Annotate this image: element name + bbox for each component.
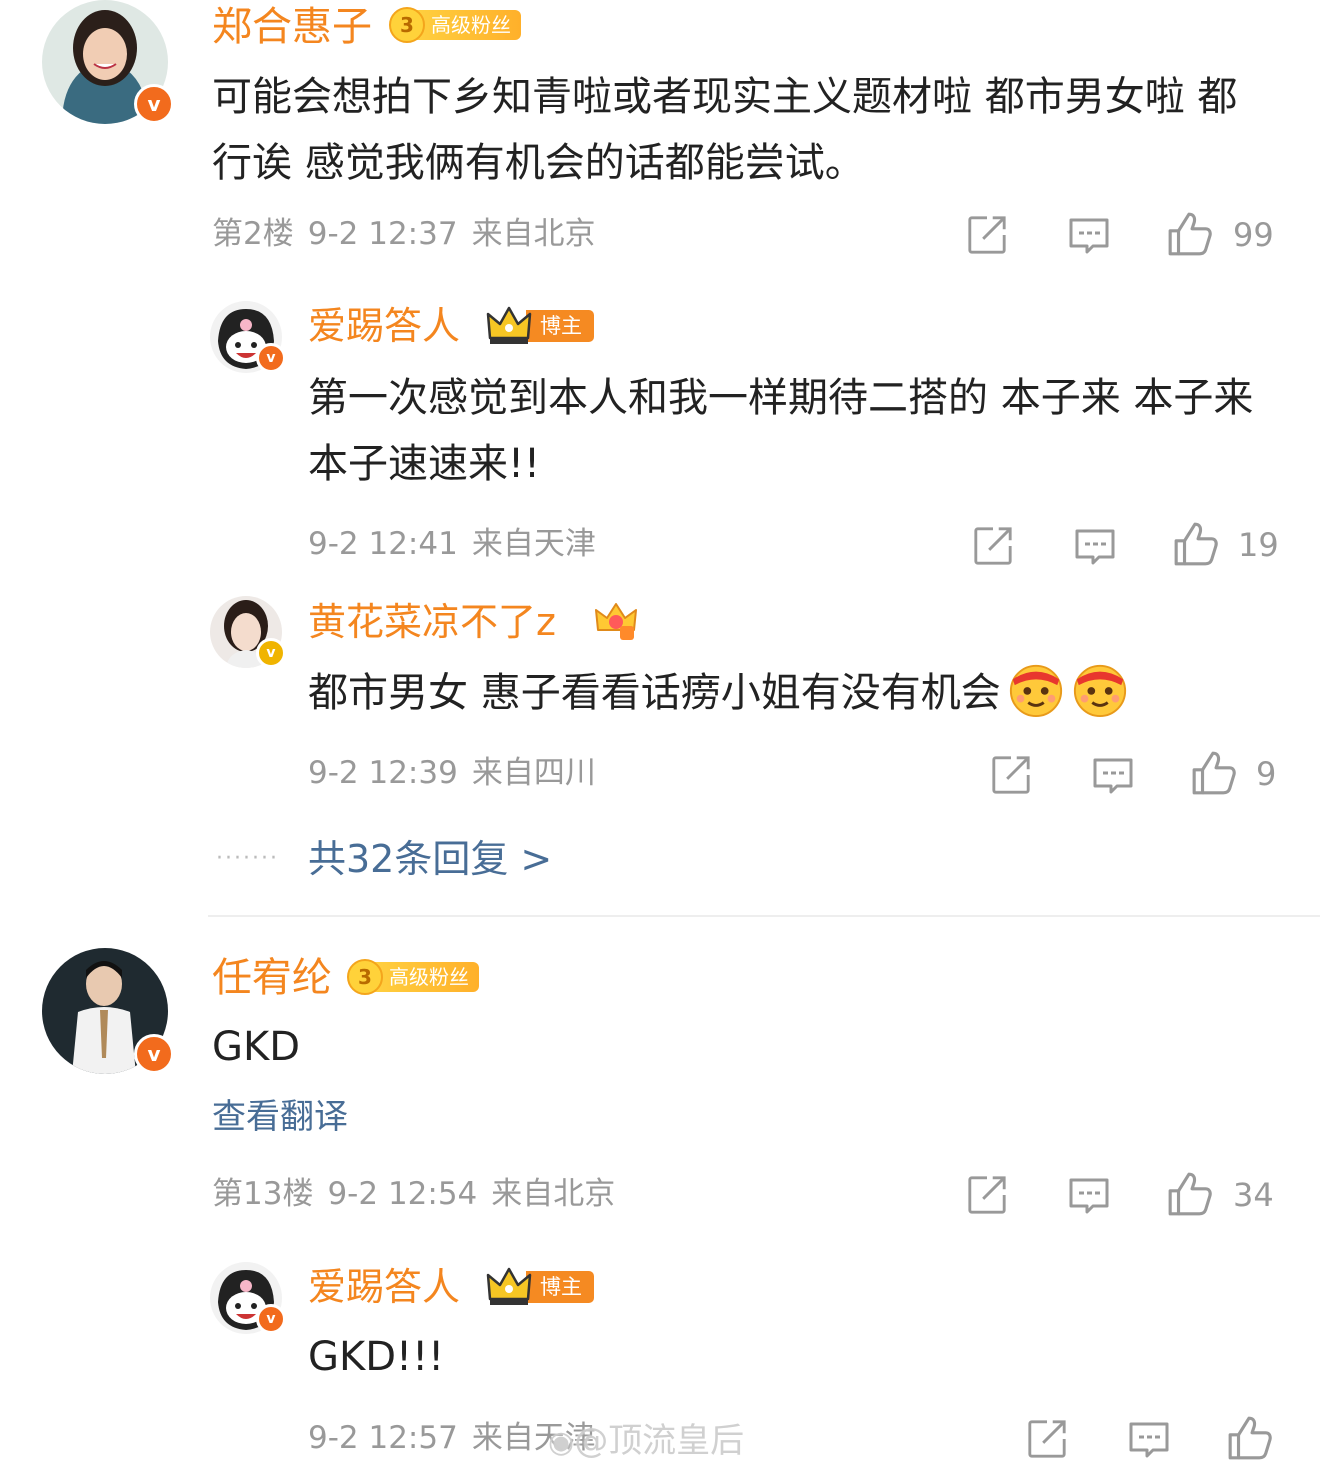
verified-v-icon: v xyxy=(256,343,286,373)
username[interactable]: 任宥纶 xyxy=(212,958,332,998)
floor-number: 第2楼 xyxy=(212,216,294,252)
username[interactable]: 郑合惠子 xyxy=(212,7,372,47)
thread-dots: ······· xyxy=(216,846,279,871)
verified-v-icon: v xyxy=(134,1034,174,1074)
reply-text: GKD!!! xyxy=(308,1334,445,1380)
avatar[interactable]: v xyxy=(42,0,174,124)
divider xyxy=(208,915,1320,917)
fan-level-number: 3 xyxy=(347,959,383,995)
comment-icon[interactable] xyxy=(1067,214,1111,258)
share-icon[interactable] xyxy=(1026,1418,1068,1460)
reply-time: 9-2 12:39 xyxy=(308,755,458,791)
reply-location: 来自四川 xyxy=(471,755,596,791)
comment-time: 9-2 12:54 xyxy=(327,1176,478,1212)
comment-icon[interactable] xyxy=(1127,1418,1171,1462)
comment-icon[interactable] xyxy=(1091,754,1135,798)
fan-level-number: 3 xyxy=(389,7,425,43)
weibo-logo-icon: ◉ xyxy=(548,1425,575,1460)
share-icon[interactable] xyxy=(990,754,1032,796)
avatar[interactable]: v xyxy=(42,948,174,1074)
fan-level-badge: 3 高级粉丝 xyxy=(347,959,479,995)
like-count: 9 xyxy=(1256,755,1277,793)
blogger-badge: 博主 xyxy=(486,1267,594,1307)
comment-time: 9-2 12:37 xyxy=(307,216,458,252)
verified-v-icon: v xyxy=(134,84,174,124)
comment-location: 来自北京 xyxy=(471,216,596,252)
like-count: 99 xyxy=(1233,216,1274,254)
comment-icon[interactable] xyxy=(1067,1174,1111,1218)
comment-location: 来自北京 xyxy=(491,1176,616,1212)
reply-text-content: 都市男女 惠子看看话痨小姐有没有机会 xyxy=(308,670,1001,716)
comment-meta: 第2楼 9-2 12:37 来自北京 xyxy=(212,219,610,250)
crown-icon xyxy=(595,603,637,640)
share-icon[interactable] xyxy=(972,525,1014,567)
like-icon[interactable] xyxy=(1190,749,1238,797)
translate-link[interactable]: 查看翻译 xyxy=(212,1100,348,1134)
emoji-sticker-icon xyxy=(1007,660,1065,718)
like-icon[interactable] xyxy=(1166,1170,1214,1218)
verified-v-icon: v xyxy=(256,638,286,668)
more-replies-link[interactable]: 共32条回复 > xyxy=(308,840,552,878)
avatar[interactable]: v xyxy=(210,301,286,373)
fan-level-label: 高级粉丝 xyxy=(417,10,521,40)
verified-v-icon: v xyxy=(256,1304,286,1334)
fan-level-badge: 3 高级粉丝 xyxy=(389,7,521,43)
fan-level-label: 高级粉丝 xyxy=(375,962,479,992)
reply-location: 来自天津 xyxy=(471,526,596,562)
reply-meta: 9-2 12:41 来自天津 xyxy=(308,529,610,560)
blogger-badge-label: 博主 xyxy=(526,1271,594,1303)
blogger-badge: 博主 xyxy=(486,306,594,346)
share-icon[interactable] xyxy=(966,214,1008,256)
share-icon[interactable] xyxy=(966,1174,1008,1216)
blogger-badge-label: 博主 xyxy=(526,310,594,342)
comment-icon[interactable] xyxy=(1073,525,1117,569)
crown-icon xyxy=(486,306,532,346)
comment-text: 可能会想拍下乡知青啦或者现实主义题材啦 都市男女啦 都行诶 感觉我俩有机会的话都… xyxy=(212,74,1238,186)
reply-text: 第一次感觉到本人和我一样期待二搭的 本子来 本子来 本子速速来!! xyxy=(308,375,1254,487)
watermark: ◉@顶流皇后 xyxy=(548,1424,744,1458)
username[interactable]: 爱踢答人 xyxy=(308,1268,460,1306)
reply-text: 都市男女 惠子看看话痨小姐有没有机会 xyxy=(308,660,1298,726)
avatar[interactable]: v xyxy=(210,596,286,668)
reply-time: 9-2 12:57 xyxy=(308,1420,458,1456)
username[interactable]: 爱踢答人 xyxy=(308,307,460,345)
comment-meta: 第13楼 9-2 12:54 来自北京 xyxy=(212,1179,629,1210)
crown-icon xyxy=(486,1267,532,1307)
reply-time: 9-2 12:41 xyxy=(308,526,458,562)
like-icon[interactable] xyxy=(1226,1414,1274,1462)
username[interactable]: 黄花菜凉不了z xyxy=(308,603,556,641)
watermark-text: @顶流皇后 xyxy=(574,1421,745,1461)
like-count: 19 xyxy=(1238,526,1279,564)
reply-meta: 9-2 12:39 来自四川 xyxy=(308,758,610,789)
like-icon[interactable] xyxy=(1172,520,1220,568)
avatar[interactable]: v xyxy=(210,1262,286,1334)
floor-number: 第13楼 xyxy=(212,1176,314,1212)
comment-text: GKD xyxy=(212,1024,301,1070)
like-count: 34 xyxy=(1233,1176,1274,1214)
like-icon[interactable] xyxy=(1166,210,1214,258)
emoji-sticker-icon xyxy=(1071,660,1129,718)
